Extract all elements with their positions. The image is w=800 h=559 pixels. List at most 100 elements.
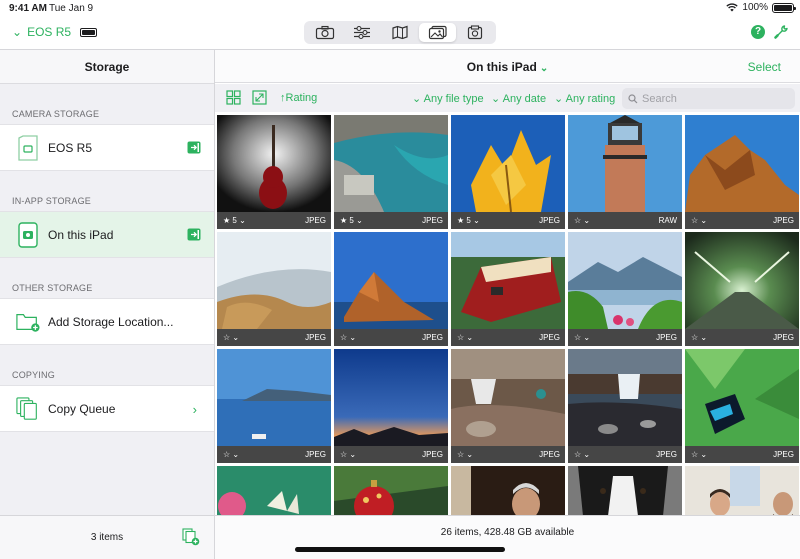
rating-control[interactable]: ☆ ⌄ <box>691 450 707 459</box>
sidebar-item-add-storage[interactable]: Add Storage Location... <box>0 298 214 345</box>
home-indicator[interactable] <box>295 547 505 552</box>
photo-tunnel <box>685 232 799 329</box>
photo-info-bar: ☆ ⌄ JPEG <box>334 446 448 463</box>
photo-butterfly-leaf <box>685 349 799 446</box>
date-filter[interactable]: ⌄ Any date <box>491 92 546 105</box>
photo-river-rocks <box>451 349 565 446</box>
sidebar-item-label: Add Storage Location... <box>48 314 174 329</box>
storage-sidebar: Storage CAMERA STORAGE EOS R5 IN-APP STO… <box>0 49 215 559</box>
mode-camera-button[interactable] <box>306 23 344 42</box>
main-footer: 26 items, 428.48 GB available <box>215 515 800 559</box>
photo-tile[interactable] <box>685 466 799 515</box>
file-type-filter[interactable]: ⌄ Any file type <box>412 92 484 105</box>
copy-add-icon[interactable] <box>182 528 200 546</box>
search-input[interactable] <box>642 92 782 105</box>
rating-control[interactable]: ☆ ⌄ <box>574 450 590 459</box>
photo-info-bar: ☆ ⌄ JPEG <box>685 446 799 463</box>
sidebar-title: Storage <box>0 50 214 84</box>
rating-control[interactable]: ☆ ⌄ <box>691 333 707 342</box>
rating-control[interactable]: ☆ ⌄ <box>223 450 239 459</box>
file-format-label: JPEG <box>656 333 677 342</box>
photo-info-bar: ☆ ⌄ JPEG <box>685 212 799 229</box>
photo-tile[interactable] <box>334 466 448 515</box>
rating-control[interactable]: ☆ ⌄ <box>223 333 239 342</box>
camera-icon <box>315 25 334 40</box>
photo-tile[interactable]: ★ 5 ⌄ JPEG <box>217 115 331 229</box>
photo-tile[interactable]: ☆ ⌄ JPEG <box>685 349 799 463</box>
photo-tile[interactable]: ☆ ⌄ JPEG <box>217 349 331 463</box>
search-field[interactable] <box>622 88 795 109</box>
photo-tile[interactable]: ☆ ⌄ JPEG <box>685 232 799 346</box>
rating-control[interactable]: ☆ ⌄ <box>574 333 590 342</box>
mode-map-button[interactable] <box>381 23 419 42</box>
photo-info-bar: ☆ ⌄ JPEG <box>334 329 448 346</box>
photo-tile[interactable]: ☆ ⌄ JPEG <box>334 349 448 463</box>
import-icon[interactable] <box>187 141 201 157</box>
photo-tile[interactable]: ★ 5 ⌄ JPEG <box>451 115 565 229</box>
photo-tile[interactable]: ☆ ⌄ JPEG <box>568 232 682 346</box>
aspect-ratio-icon[interactable] <box>252 90 267 105</box>
rating-control[interactable]: ★ 5 ⌄ <box>457 216 480 225</box>
sidebar-item-count: 3 items <box>90 532 124 543</box>
photo-tile[interactable] <box>451 466 565 515</box>
photo-tile[interactable]: ☆ ⌄ JPEG <box>685 115 799 229</box>
sidebar-item-copy-queue[interactable]: Copy Queue › <box>0 385 214 432</box>
section-header-camera-storage: CAMERA STORAGE <box>12 109 100 119</box>
camera-picker[interactable]: ⌄ EOS R5 <box>12 25 98 39</box>
file-format-label: JPEG <box>422 450 443 459</box>
help-button[interactable]: ? <box>751 25 765 39</box>
rating-control[interactable]: ☆ ⌄ <box>340 333 356 342</box>
photo-tile[interactable]: ☆ ⌄ JPEG <box>217 232 331 346</box>
rating-filter[interactable]: ⌄ Any rating <box>554 92 615 105</box>
sidebar-footer: 3 items <box>0 515 214 559</box>
sidebar-item-on-this-ipad[interactable]: On this iPad <box>0 211 214 258</box>
photo-info-bar: ☆ ⌄ JPEG <box>568 446 682 463</box>
map-icon <box>392 25 408 40</box>
photo-tile[interactable]: ☆ ⌄ JPEG <box>451 349 565 463</box>
file-type-label: Any file type <box>423 93 484 105</box>
photo-tile[interactable]: ☆ ⌄ RAW <box>568 115 682 229</box>
photo-tile[interactable]: ☆ ⌄ JPEG <box>334 232 448 346</box>
main-header: On this iPad ⌄ Select <box>215 49 800 83</box>
file-format-label: JPEG <box>422 333 443 342</box>
photo-tile[interactable]: ☆ ⌄ JPEG <box>568 349 682 463</box>
photo-blue-bay <box>217 349 331 446</box>
rating-control[interactable]: ★ 5 ⌄ <box>340 216 363 225</box>
photo-autumn-leaves <box>451 115 565 212</box>
sidebar-item-eos-r5[interactable]: EOS R5 <box>0 124 214 171</box>
photo-info-bar: ☆ ⌄ JPEG <box>451 329 565 346</box>
page-title: On this iPad <box>466 60 537 74</box>
mode-transfer-button[interactable] <box>456 23 494 42</box>
photo-tile[interactable]: ☆ ⌄ JPEG <box>451 232 565 346</box>
wrench-icon[interactable] <box>773 24 789 40</box>
camera-name: EOS R5 <box>27 25 72 39</box>
filter-bar: ↑Rating ⌄ Any file type ⌄ Any date ⌄ Any… <box>215 84 800 112</box>
mode-settings-button[interactable] <box>344 23 382 42</box>
photo-info-bar: ☆ ⌄ JPEG <box>685 329 799 346</box>
photo-tile[interactable]: ★ 5 ⌄ JPEG <box>334 115 448 229</box>
section-header-in-app-storage: IN-APP STORAGE <box>12 196 91 206</box>
rating-control[interactable]: ☆ ⌄ <box>691 216 707 225</box>
grid-view-icon[interactable] <box>226 90 241 105</box>
select-button[interactable]: Select <box>748 60 781 74</box>
photo-info-bar: ★ 5 ⌄ JPEG <box>217 212 331 229</box>
mode-browser-button[interactable] <box>418 23 457 42</box>
section-header-copying: COPYING <box>12 370 55 380</box>
rating-control[interactable]: ☆ ⌄ <box>457 450 473 459</box>
battery-percent: 100% <box>742 2 768 13</box>
import-icon[interactable] <box>187 228 201 244</box>
rating-control[interactable]: ★ 5 ⌄ <box>223 216 246 225</box>
chevron-down-icon: ⌄ <box>539 63 549 74</box>
file-format-label: RAW <box>658 216 677 225</box>
rating-control[interactable]: ☆ ⌄ <box>340 450 356 459</box>
rating-control[interactable]: ☆ ⌄ <box>457 333 473 342</box>
chevron-right-icon: › <box>192 402 197 417</box>
rating-control[interactable]: ☆ ⌄ <box>574 216 590 225</box>
sort-rating-button[interactable]: ↑Rating <box>280 92 317 104</box>
photo-info-bar: ☆ ⌄ JPEG <box>217 329 331 346</box>
status-time: 9:41 AM <box>9 3 47 14</box>
photo-tile[interactable] <box>217 466 331 515</box>
location-picker[interactable]: On this iPad ⌄ <box>215 60 800 74</box>
photo-tile[interactable] <box>568 466 682 515</box>
photo-info-bar: ★ 5 ⌄ JPEG <box>451 212 565 229</box>
